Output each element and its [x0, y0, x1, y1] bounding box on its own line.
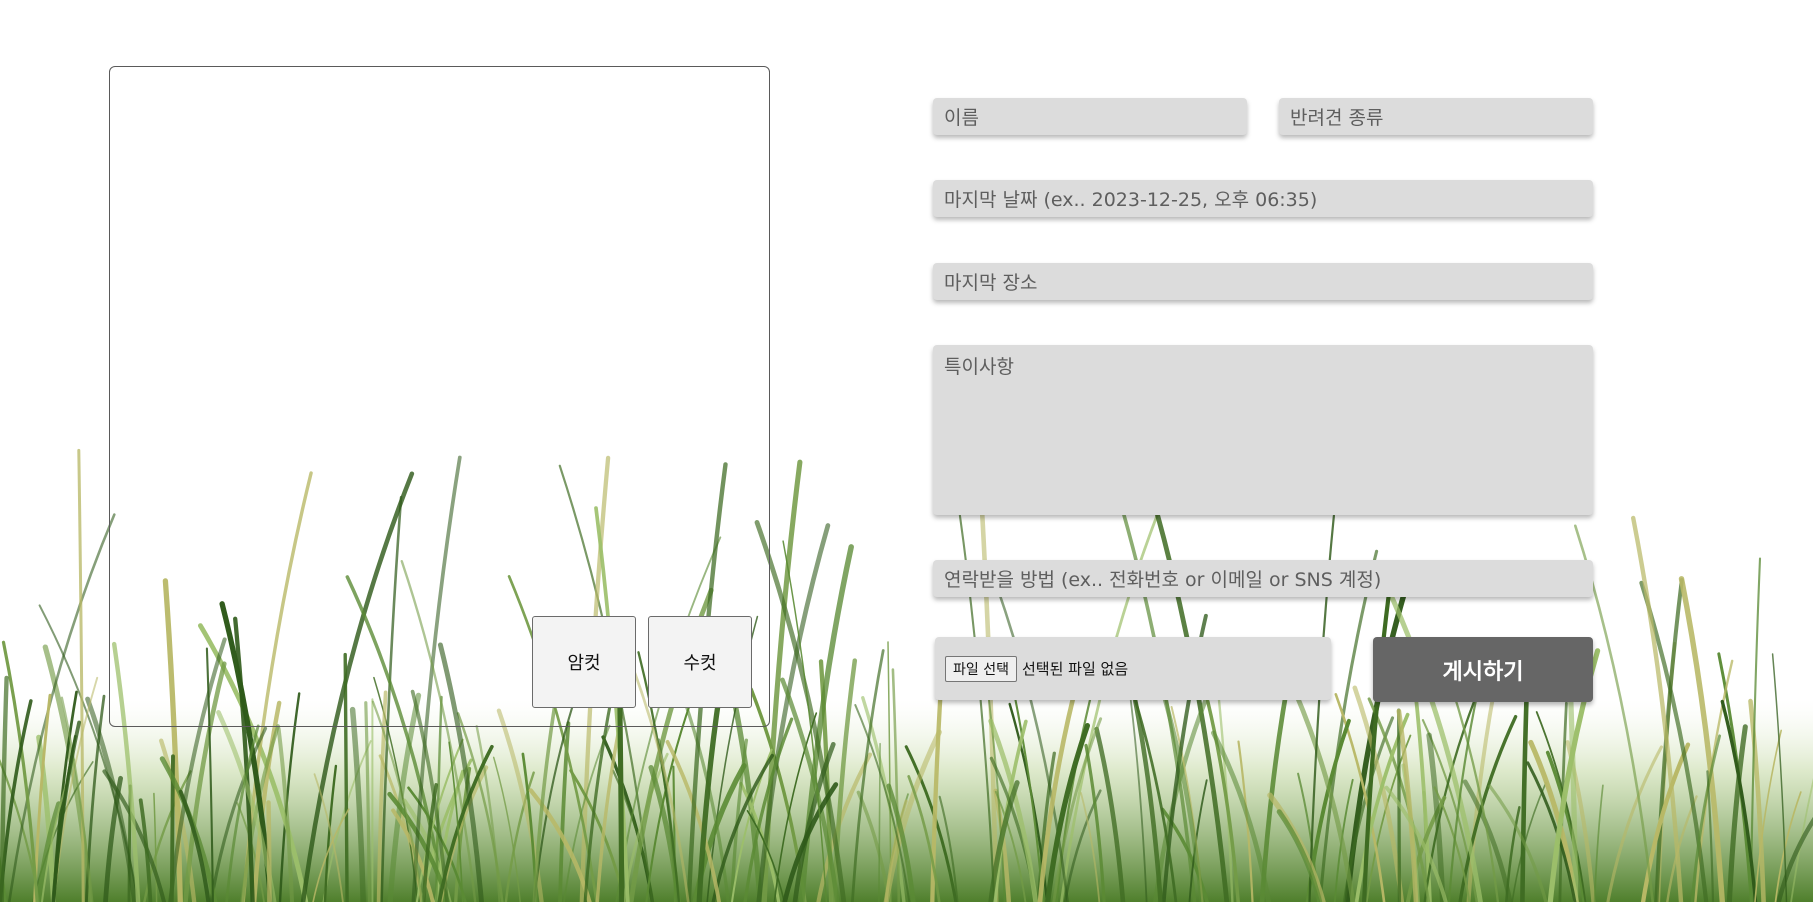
file-status-text: 선택된 파일 없음 [1021, 660, 1129, 678]
name-input[interactable]: 이름 [933, 98, 1247, 135]
lost-pet-post-page: 암컷 수컷 이름 반려견 종류 마지막 날짜 (ex.. 2023-12-25,… [0, 0, 1813, 902]
contact-input[interactable]: 연락받을 방법 (ex.. 전화번호 or 이메일 or SNS 계정) [933, 560, 1593, 597]
file-select-button[interactable]: 파일 선택 [945, 655, 1017, 682]
breed-input[interactable]: 반려견 종류 [1279, 98, 1593, 135]
submit-post-button[interactable]: 게시하기 [1373, 637, 1593, 702]
male-button[interactable]: 수컷 [648, 616, 752, 708]
female-button[interactable]: 암컷 [532, 616, 636, 708]
file-upload-box: 파일 선택 선택된 파일 없음 [935, 637, 1331, 700]
last-date-input[interactable]: 마지막 날짜 (ex.. 2023-12-25, 오후 06:35) [933, 180, 1593, 217]
notes-textarea[interactable]: 특이사항 [933, 345, 1593, 515]
last-place-input[interactable]: 마지막 장소 [933, 263, 1593, 300]
